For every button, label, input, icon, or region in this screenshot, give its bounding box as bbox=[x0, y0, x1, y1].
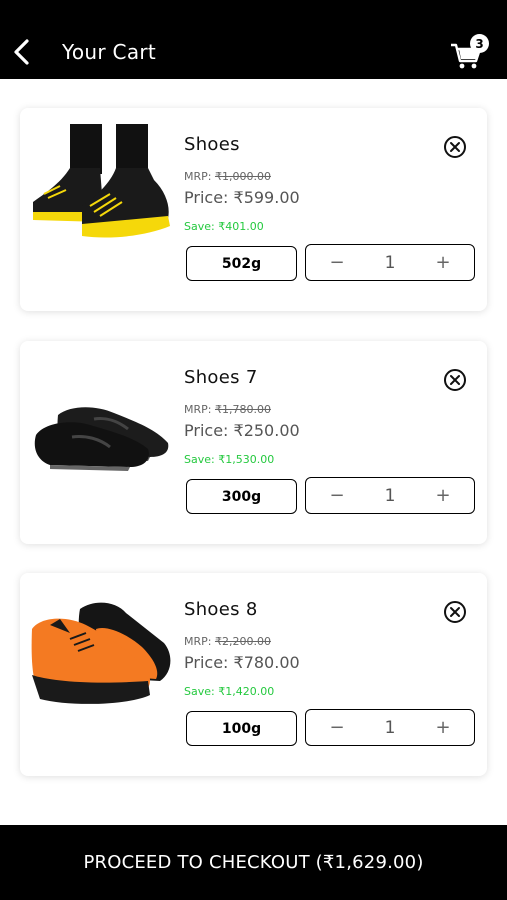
weight-select[interactable]: 502g bbox=[186, 246, 297, 281]
increase-quantity-button[interactable]: + bbox=[434, 485, 452, 506]
black-yellow-sneaker-image bbox=[33, 124, 170, 238]
cart-item: Shoes 7 MRP: ₹1,780.00 Price: ₹250.00 Sa… bbox=[20, 341, 487, 544]
price-text: Price: ₹780.00 bbox=[184, 653, 300, 672]
mrp-text: MRP: ₹1,780.00 bbox=[184, 403, 271, 416]
weight-select[interactable]: 300g bbox=[186, 479, 297, 514]
quantity-stepper: − 1 + bbox=[305, 709, 475, 746]
remove-item-button[interactable] bbox=[443, 135, 467, 159]
cart-count-badge: 3 bbox=[470, 34, 489, 53]
circle-close-icon bbox=[444, 369, 466, 391]
checkout-button[interactable]: PROCEED TO CHECKOUT (₹1,629.00) bbox=[0, 825, 507, 900]
savings-text: Save: ₹1,530.00 bbox=[184, 453, 275, 466]
decrease-quantity-button[interactable]: − bbox=[328, 485, 346, 506]
cart-item: Shoes 8 MRP: ₹2,200.00 Price: ₹780.00 Sa… bbox=[20, 573, 487, 776]
product-image bbox=[30, 124, 176, 256]
decrease-quantity-button[interactable]: − bbox=[328, 252, 346, 273]
cart-item: Shoes MRP: ₹1,000.00 Price: ₹599.00 Save… bbox=[20, 108, 487, 311]
mrp-value: ₹1,780.00 bbox=[214, 403, 271, 416]
back-button[interactable] bbox=[8, 34, 36, 70]
cart-button[interactable]: 3 bbox=[448, 31, 492, 71]
increase-quantity-button[interactable]: + bbox=[434, 252, 452, 273]
circle-close-icon bbox=[444, 136, 466, 158]
savings-text: Save: ₹401.00 bbox=[184, 220, 264, 233]
quantity-value: 1 bbox=[384, 252, 396, 273]
mrp-text: MRP: ₹2,200.00 bbox=[184, 635, 271, 648]
mrp-text: MRP: ₹1,000.00 bbox=[184, 170, 271, 183]
mrp-value: ₹1,000.00 bbox=[214, 170, 271, 183]
savings-text: Save: ₹1,420.00 bbox=[184, 685, 275, 698]
black-loafer-image bbox=[34, 407, 169, 471]
orange-black-sneaker-image bbox=[31, 602, 171, 704]
chevron-left-icon bbox=[14, 39, 29, 65]
quantity-value: 1 bbox=[384, 717, 396, 738]
increase-quantity-button[interactable]: + bbox=[434, 717, 452, 738]
quantity-stepper: − 1 + bbox=[305, 477, 475, 514]
product-name: Shoes 8 bbox=[184, 599, 258, 620]
remove-item-button[interactable] bbox=[443, 600, 467, 624]
app-header: Your Cart 3 bbox=[0, 0, 507, 79]
quantity-value: 1 bbox=[384, 485, 396, 506]
circle-close-icon bbox=[444, 601, 466, 623]
product-image bbox=[30, 357, 176, 489]
product-name: Shoes bbox=[184, 134, 240, 155]
product-image bbox=[30, 589, 176, 721]
price-text: Price: ₹250.00 bbox=[184, 421, 300, 440]
mrp-value: ₹2,200.00 bbox=[214, 635, 271, 648]
page-title: Your Cart bbox=[62, 40, 157, 64]
weight-select[interactable]: 100g bbox=[186, 711, 297, 746]
product-name: Shoes 7 bbox=[184, 367, 258, 388]
decrease-quantity-button[interactable]: − bbox=[328, 717, 346, 738]
quantity-stepper: − 1 + bbox=[305, 244, 475, 281]
remove-item-button[interactable] bbox=[443, 368, 467, 392]
price-text: Price: ₹599.00 bbox=[184, 188, 300, 207]
